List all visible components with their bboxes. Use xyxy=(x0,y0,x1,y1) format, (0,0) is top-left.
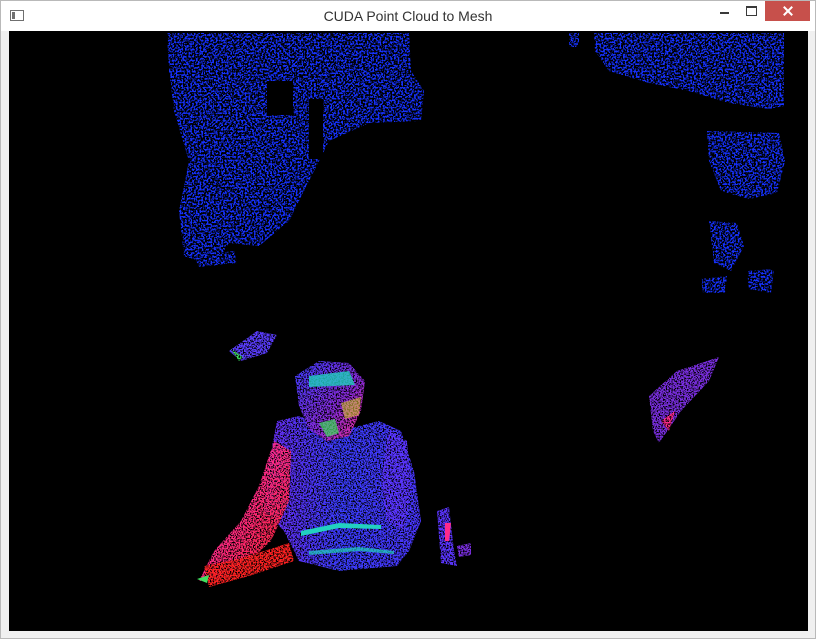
window-title: CUDA Point Cloud to Mesh xyxy=(323,8,493,24)
render-viewport[interactable] xyxy=(9,31,808,631)
title-bar[interactable]: CUDA Point Cloud to Mesh xyxy=(1,1,815,31)
floating-object xyxy=(229,331,277,361)
background-scene-points xyxy=(167,33,785,293)
point-cloud-canvas xyxy=(167,33,785,587)
minimize-button[interactable] xyxy=(709,1,739,22)
close-button[interactable] xyxy=(765,1,810,21)
right-debris xyxy=(649,357,719,443)
app-window: CUDA Point Cloud to Mesh xyxy=(0,0,816,639)
maximize-button[interactable] xyxy=(737,1,765,22)
person-mesh xyxy=(197,361,471,587)
